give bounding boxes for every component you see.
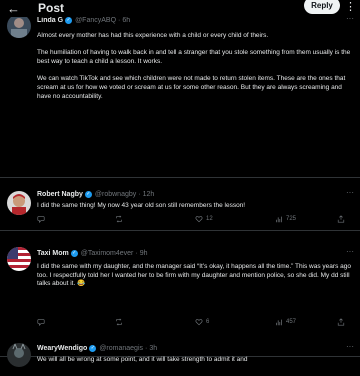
repost-action[interactable] [115,215,126,223]
verified-badge-icon: ✓ [84,190,92,198]
separator-dot: · [138,190,141,198]
handle[interactable]: @Taximom4ever [81,250,134,257]
like-count: 12 [206,216,213,222]
more-icon[interactable]: ··· [346,247,354,256]
post-actions: 6 457 [37,317,355,327]
views-action[interactable]: 725 [275,215,296,223]
post-header: Taxi Mom ✓ @Taximom4ever · 9h [37,247,355,259]
verified-badge-icon: ✓ [70,249,78,257]
share-action[interactable] [337,215,345,223]
avatar[interactable] [7,14,31,38]
separator-dot: · [135,249,138,257]
handle[interactable]: @robwnagby [95,191,136,198]
post-paragraph: I did the same thing! My now 43 year old… [37,202,246,209]
avatar[interactable] [7,343,31,367]
timestamp[interactable]: 9h [140,250,148,257]
post-text: I did the same thing! My now 43 year old… [37,202,355,211]
reply-action[interactable] [37,215,48,223]
repost-icon [116,215,122,223]
reply-button[interactable]: Reply [304,0,340,14]
more-icon[interactable]: ··· [346,188,354,197]
post-item[interactable]: Linda G ✓ @FancyABQ · 6h Almost every mo… [0,10,360,178]
timestamp[interactable]: 6h [122,17,130,24]
display-name[interactable]: Linda G [37,17,63,24]
reply-icon [37,216,45,223]
post-item[interactable]: Robert Nagby ✓ @robwnagby · 12h I did th… [0,178,360,231]
heart-icon [195,319,203,326]
repost-action[interactable] [115,318,126,326]
avatar[interactable] [7,191,31,215]
repost-icon [116,318,122,326]
page-title: Post [38,1,65,15]
display-name[interactable]: Robert Nagby [37,191,83,198]
share-action[interactable] [337,318,345,326]
separator-dot: · [145,344,148,352]
post-header: WearyWendigo ✓ @romanaegis · 3h [37,342,355,354]
post-paragraph: I did the same with my daughter, and the… [37,263,351,288]
handle[interactable]: @romanaegis [99,345,143,352]
more-vertical-icon[interactable]: ⋮ [345,0,356,13]
views-icon [276,319,282,326]
reply-icon [37,319,45,326]
top-bar: ← Post Reply ⋮ [0,0,360,17]
post-paragraph: Almost every mother has had this experie… [37,32,269,39]
like-action[interactable]: 6 [195,318,209,326]
reply-action[interactable] [37,318,48,326]
views-icon [276,216,282,223]
display-name[interactable]: WearyWendigo [37,345,87,352]
views-action[interactable]: 457 [275,318,296,326]
verified-badge-icon: ✓ [65,16,73,24]
post-paragraph: We can watch TikTok and see which childr… [37,75,346,100]
post-header: Robert Nagby ✓ @robwnagby · 12h [37,188,355,200]
like-action[interactable]: 12 [195,215,213,223]
post-text: I did the same with my daughter, and the… [37,263,355,289]
views-count: 457 [286,319,297,325]
post-paragraph: We will all be wrong at some point, and … [37,356,248,363]
post-actions: 12 725 [37,214,355,224]
share-icon [337,318,345,326]
separator-dot: · [118,16,121,24]
share-icon [337,215,345,223]
verified-badge-icon: ✓ [89,344,97,352]
like-count: 6 [206,319,210,325]
avatar[interactable] [7,247,31,271]
views-count: 725 [286,216,297,222]
post-item[interactable]: WearyWendigo ✓ @romanaegis · 3h We will … [0,336,360,376]
timestamp[interactable]: 12h [143,191,155,198]
heart-icon [195,216,203,223]
post-text: We will all be wrong at some point, and … [37,356,355,365]
more-icon[interactable]: ··· [346,342,354,351]
timestamp[interactable]: 3h [149,345,157,352]
arrow-left-icon[interactable]: ← [7,1,20,16]
post-text: Almost every mother has had this experie… [37,32,355,102]
handle[interactable]: @FancyABQ [75,17,116,24]
post-paragraph: The humiliation of having to walk back i… [37,49,351,66]
display-name[interactable]: Taxi Mom [37,250,69,257]
